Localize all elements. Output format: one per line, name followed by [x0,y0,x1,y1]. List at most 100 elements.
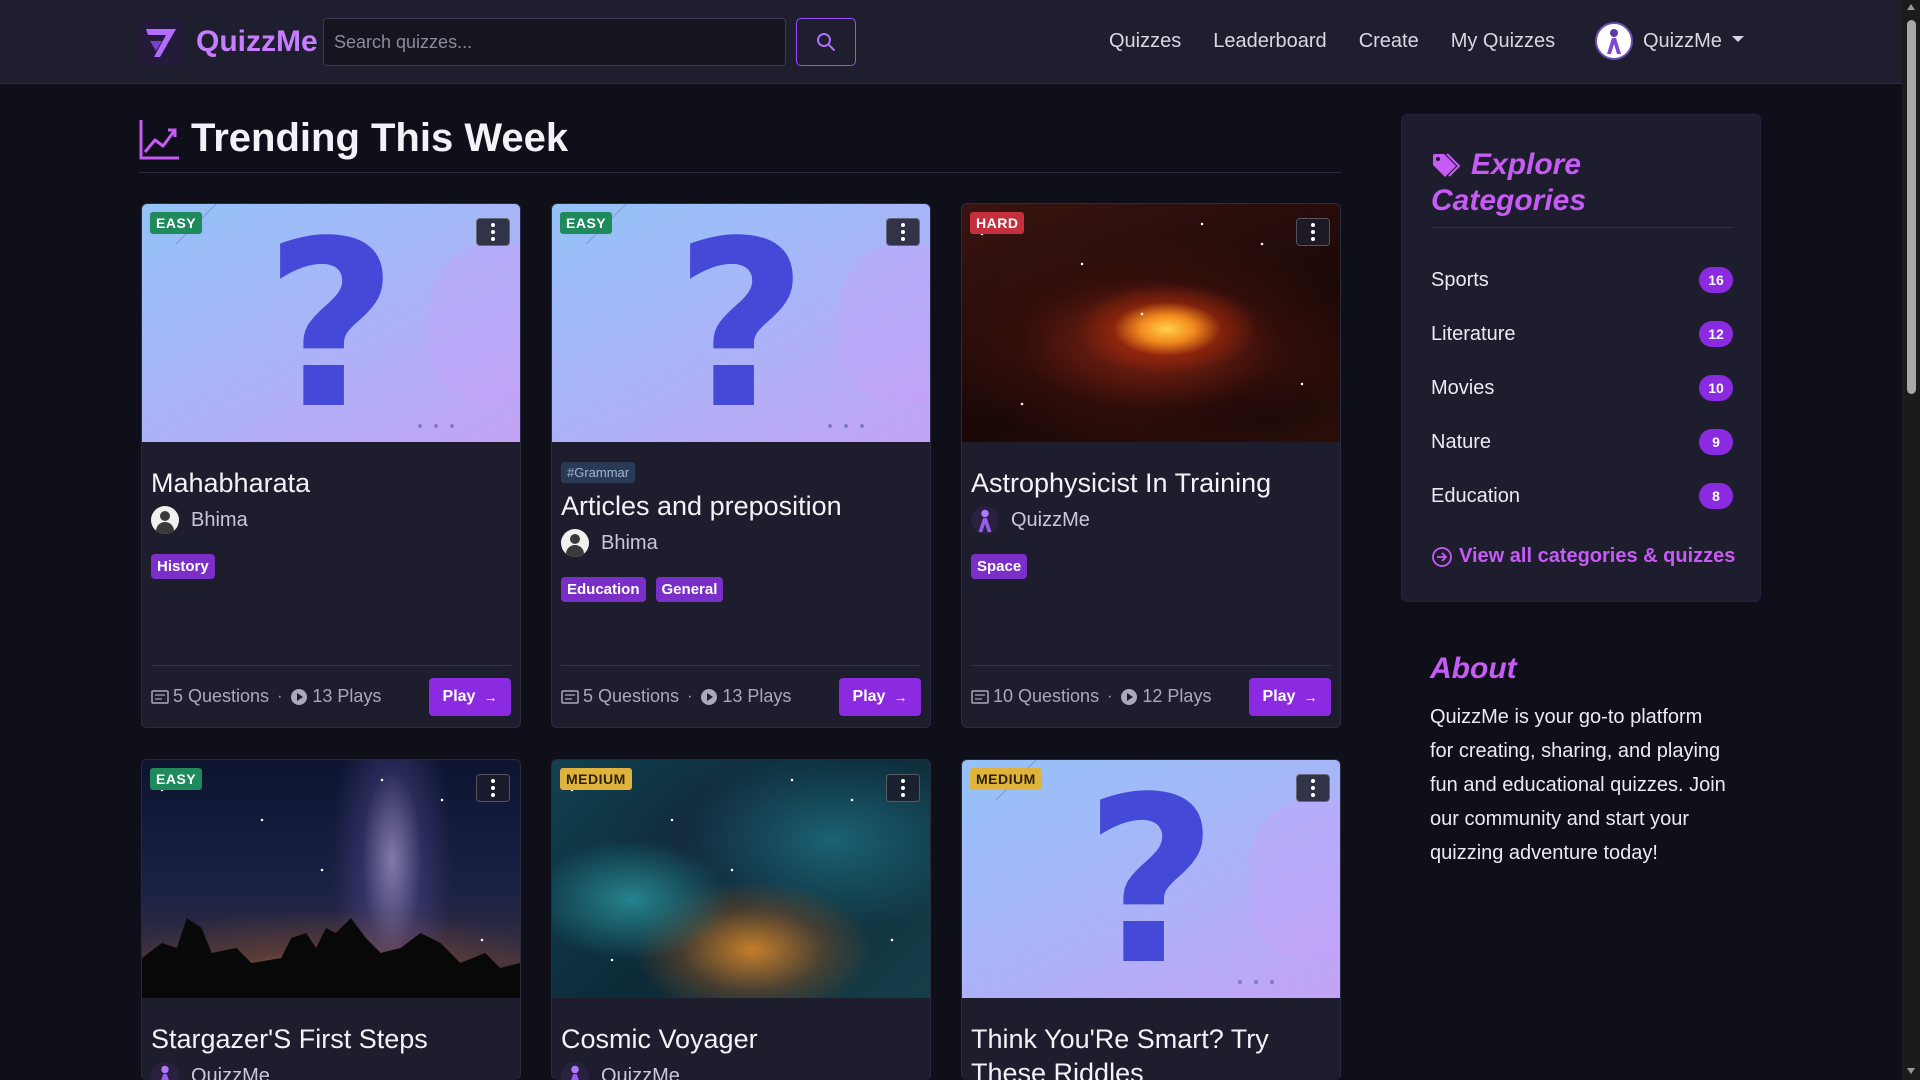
play-circle-icon [1121,688,1138,705]
categories-panel: Explore Categories Sports 16 Literature 12… [1401,114,1761,602]
question-count: 5 Questions [561,686,679,707]
category-list: Sports 16 Literature 12 Movies 10 Nature 9 E… [1431,253,1733,523]
section-title: Trending This Week [139,116,568,161]
play-count-text: 12 Plays [1142,686,1212,706]
quiz-card[interactable]: ? EASY #Grammar Articles and preposition… [551,203,931,728]
card-menu-button[interactable] [886,218,920,246]
play-button-label: Play [852,687,886,705]
quiz-author[interactable]: QuizzMe [151,1062,511,1080]
category-tag[interactable]: Space [971,554,1028,579]
category-item-nature[interactable]: Nature 9 [1431,415,1733,469]
card-footer: 10 Questions · 12 Plays Play → [971,665,1331,727]
section-title-text: Trending This Week [191,116,569,160]
nav-link-my-quizzes[interactable]: My Quizzes [1451,30,1555,53]
quiz-thumbnail: ? MEDIUM [962,760,1340,998]
quiz-card[interactable]: ? EASY Mahabharata Bhima History 5 Quest… [141,203,521,728]
nav-link-leaderboard[interactable]: Leaderboard [1213,30,1326,53]
card-menu-button[interactable] [1296,774,1330,802]
brand-link[interactable]: QuizzMe [138,19,318,65]
play-count-text: 13 Plays [722,686,792,706]
question-count-text: 10 Questions [993,686,1100,706]
quiz-title[interactable]: Stargazer'S First Steps [151,1022,511,1056]
quiz-thumbnail: HARD [962,204,1340,442]
topic-hashtag[interactable]: #Grammar [561,462,636,483]
author-avatar [971,506,999,534]
user-name: QuizzMe [1643,29,1722,52]
play-button-label: Play [442,687,476,705]
question-count: 5 Questions [151,686,269,707]
play-count: 13 Plays [290,686,381,707]
category-tag[interactable]: General [655,577,724,602]
play-count: 12 Plays [1120,686,1211,707]
category-item-education[interactable]: Education 8 [1431,469,1733,523]
arrow-right-icon: → [483,688,498,705]
quiz-author[interactable]: Bhima [151,506,511,534]
author-name: Bhima [191,508,248,531]
question-count-text: 5 Questions [583,686,680,706]
category-name: Nature [1431,430,1492,453]
arrow-right-icon: → [893,688,908,705]
quiz-card[interactable]: ? MEDIUM Think You'Re Smart? Try These R… [961,759,1341,1080]
tags-icon [1433,153,1461,178]
arrow-right-icon: → [1303,688,1318,705]
quiz-author[interactable]: QuizzMe [561,1062,921,1080]
author-avatar [561,1062,589,1080]
scroll-up-arrow-icon[interactable] [1907,4,1915,10]
card-menu-button[interactable] [1296,218,1330,246]
quiz-card[interactable]: HARD Astrophysicist In Training QuizzMe … [961,203,1341,728]
quiz-card[interactable]: MEDIUM Cosmic Voyager QuizzMe [551,759,931,1080]
quiz-title[interactable]: Articles and preposition [561,489,921,523]
author-name: Bhima [601,531,658,554]
brand-logo-icon [138,19,184,65]
category-tag[interactable]: Education [561,577,646,602]
quiz-author[interactable]: Bhima [561,529,921,557]
author-name: QuizzMe [601,1064,680,1080]
category-item-movies[interactable]: Movies 10 [1431,361,1733,415]
list-icon [561,689,579,704]
view-all-label: View all categories & quizzes [1459,545,1736,567]
quiz-title[interactable]: Astrophysicist In Training [971,466,1331,500]
difficulty-badge: EASY [560,212,613,234]
category-tag[interactable]: History [151,554,215,579]
card-menu-button[interactable] [476,774,510,802]
scrollbar[interactable] [1902,0,1920,1080]
quiz-title[interactable]: Think You'Re Smart? Try These Riddles [971,1022,1331,1080]
author-avatar [151,506,179,534]
quiz-title[interactable]: Cosmic Voyager [561,1022,921,1056]
play-button[interactable]: Play → [429,677,511,716]
view-all-categories-link[interactable]: View all categories & quizzes [1431,545,1735,568]
question-mark-icon: ? [264,204,398,442]
mountain-silhouette [142,918,520,998]
navbar: QuizzMe Quizzes Leaderboard Create My Qu… [0,0,1902,84]
quiz-thumbnail: ? EASY [142,204,520,442]
category-count-badge: 8 [1699,483,1733,509]
play-button[interactable]: Play → [839,677,921,716]
quiz-title[interactable]: Mahabharata [151,466,511,500]
search-icon [817,33,835,51]
search-input[interactable] [323,18,786,66]
category-name: Sports [1431,268,1489,291]
user-menu-toggle[interactable]: QuizzMe [1595,22,1744,60]
card-menu-button[interactable] [886,774,920,802]
category-name: Movies [1431,376,1495,399]
category-item-sports[interactable]: Sports 16 [1431,253,1733,307]
author-name: QuizzMe [1011,508,1090,531]
nav-link-create[interactable]: Create [1359,30,1419,53]
category-item-literature[interactable]: Literature 12 [1431,307,1733,361]
scroll-down-arrow-icon[interactable] [1907,1068,1915,1074]
difficulty-badge: HARD [970,212,1025,234]
quiz-thumbnail: MEDIUM [552,760,930,998]
arrow-right-circle-icon [1432,546,1452,567]
card-menu-button[interactable] [476,218,510,246]
nav-link-quizzes[interactable]: Quizzes [1109,30,1181,53]
chevron-down-icon [1731,36,1744,42]
question-count-text: 5 Questions [173,686,270,706]
question-mark-icon: ? [1084,760,1218,998]
play-button[interactable]: Play → [1249,677,1331,716]
quiz-card[interactable]: EASY Stargazer'S First Steps QuizzMe [141,759,521,1080]
author-avatar [561,529,589,557]
scrollbar-thumb[interactable] [1907,20,1916,394]
search-button[interactable] [796,18,856,66]
quiz-author[interactable]: QuizzMe [971,506,1331,534]
difficulty-badge: MEDIUM [560,768,632,790]
